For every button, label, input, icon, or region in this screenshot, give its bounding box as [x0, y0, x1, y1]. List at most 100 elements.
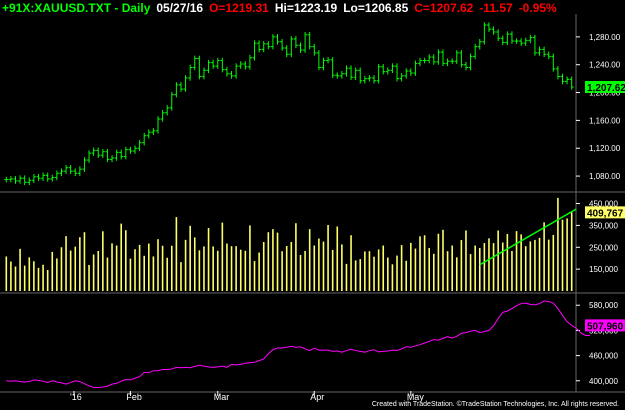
y-tick-label: 400,000	[589, 377, 618, 386]
price-bar	[77, 166, 82, 177]
price-bar	[312, 43, 317, 56]
price-bar	[362, 75, 367, 84]
price-bar	[532, 34, 537, 56]
price-bar	[211, 59, 216, 69]
price-chart: 1,080.001,120.001,160.001,200.001,240.00…	[0, 14, 625, 402]
price-bar	[87, 150, 92, 163]
price-bar	[316, 50, 321, 71]
price-bar	[114, 149, 119, 161]
price-bar	[160, 109, 165, 122]
price-bar	[257, 40, 262, 53]
price-bar	[500, 35, 505, 46]
quote-header: +91X:XAUUSD.TXT - Daily 05/27/16 O=1219.31…	[2, 1, 563, 15]
price-bar	[427, 54, 432, 64]
price-bar	[91, 147, 96, 156]
y-tick-label: 580,000	[589, 301, 618, 310]
price-series	[4, 22, 574, 186]
open-label: O=1219.31	[209, 1, 269, 15]
price-bar	[280, 38, 285, 51]
last-value-label: 1,207.62	[587, 83, 625, 94]
price-bar	[54, 170, 59, 181]
price-bar	[358, 67, 363, 84]
price-bar	[197, 55, 202, 80]
price-bar	[220, 57, 225, 73]
price-bar	[321, 57, 326, 71]
price-bar	[18, 175, 23, 184]
low-label: Lo=1206.85	[343, 1, 409, 15]
price-bar	[298, 42, 303, 53]
price-bar	[31, 173, 36, 184]
price-bar	[569, 76, 574, 90]
price-bar	[174, 82, 179, 98]
price-bar	[82, 157, 87, 172]
y-tick-label: 250,000	[589, 243, 618, 252]
price-bar	[41, 172, 46, 181]
price-bar	[486, 22, 491, 33]
price-bar	[178, 82, 183, 92]
y-tick-label: 350,000	[589, 221, 618, 230]
price-bar	[252, 40, 257, 61]
price-bar	[431, 54, 436, 65]
price-bar	[59, 168, 64, 177]
price-bar	[192, 55, 197, 71]
price-bar	[528, 34, 533, 44]
indicator-line	[6, 300, 591, 388]
price-bar	[408, 68, 413, 76]
price-bar	[234, 63, 239, 79]
price-bar	[270, 34, 275, 50]
price-bar	[353, 67, 358, 81]
price-bar	[514, 38, 519, 44]
x-tick-label: Apr	[310, 392, 324, 402]
price-bar	[137, 139, 142, 152]
price-bar	[119, 149, 124, 160]
y-tick-label: 1,120.00	[589, 144, 621, 153]
price-bar	[418, 57, 423, 67]
price-bar	[110, 155, 115, 163]
price-bar	[238, 61, 243, 69]
price-bar	[468, 53, 473, 71]
price-bar	[454, 50, 459, 65]
price-bar	[459, 50, 464, 68]
price-bar	[68, 164, 73, 174]
price-bar	[275, 34, 280, 45]
price-bar	[542, 46, 547, 58]
price-bar	[169, 91, 174, 111]
price-bar	[165, 105, 170, 116]
price-bar	[367, 75, 372, 82]
y-tick-label: 150,000	[589, 265, 618, 274]
price-bar	[183, 75, 188, 92]
price-bar	[473, 43, 478, 60]
price-bar	[73, 168, 78, 177]
price-bar	[105, 148, 110, 163]
price-bar	[482, 22, 487, 45]
price-bar	[4, 176, 9, 183]
price-bar	[289, 36, 294, 58]
price-bar	[36, 173, 41, 181]
change-label: -11.57	[479, 1, 513, 15]
price-bar	[284, 45, 289, 58]
y-tick-label: 1,240.00	[589, 61, 621, 70]
price-bar	[293, 36, 298, 49]
price-bar	[560, 73, 565, 85]
y-tick-label: 460,000	[589, 352, 618, 361]
x-tick-label: '16	[70, 392, 82, 402]
price-bar	[381, 64, 386, 75]
price-bar	[477, 38, 482, 50]
price-bar	[505, 31, 510, 46]
price-bar	[151, 128, 156, 136]
price-bar	[496, 29, 501, 42]
high-label: Hi=1223.19	[274, 1, 338, 15]
price-bar	[551, 53, 556, 72]
price-bar	[385, 67, 390, 75]
price-bar	[22, 175, 27, 186]
price-bar	[27, 177, 32, 186]
price-bar	[349, 65, 354, 81]
price-bar	[247, 54, 252, 70]
price-bar	[146, 129, 151, 139]
price-bar	[390, 63, 395, 74]
indicator-series	[6, 300, 591, 388]
price-bar	[436, 49, 441, 65]
price-bar	[440, 49, 445, 67]
footer-credit: Created with TradeStation. ©TradeStation…	[371, 401, 619, 408]
price-bar	[335, 72, 340, 79]
